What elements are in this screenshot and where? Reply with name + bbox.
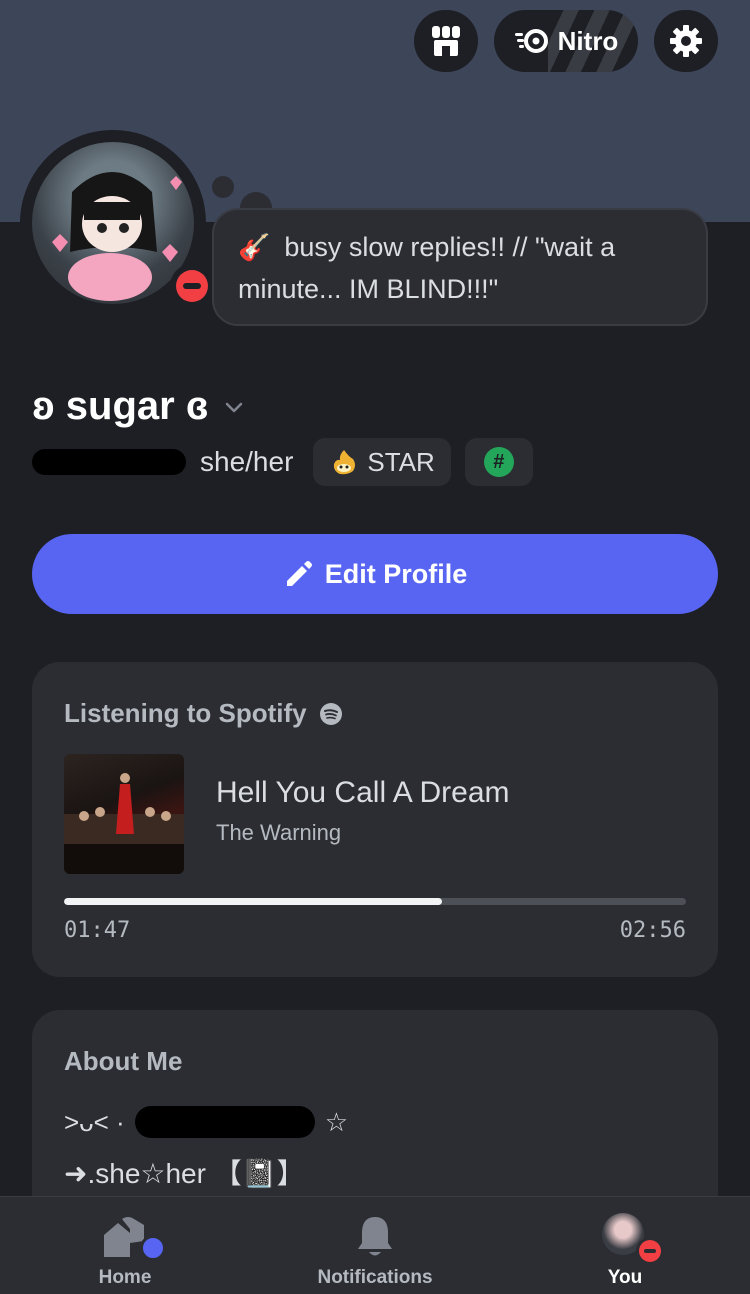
about-line-1: ˃ᴗ˂ · ☆	[64, 1106, 348, 1138]
spotify-icon	[319, 702, 342, 725]
star-badge-label: STAR	[367, 446, 435, 477]
gear-icon	[670, 25, 702, 57]
track-artist[interactable]: The Warning	[216, 820, 341, 846]
home-unread-indicator	[140, 1235, 166, 1261]
album-art-image	[64, 773, 184, 874]
track-progress-fill	[64, 898, 443, 905]
nitro-label: Nitro	[557, 25, 619, 56]
redacted-username	[32, 449, 186, 475]
spotify-card-header: Listening to Spotify	[64, 698, 343, 729]
dnd-status-indicator	[636, 1237, 664, 1265]
about-me-title-text: About Me	[64, 1046, 183, 1076]
nitro-button[interactable]: Nitro	[494, 10, 638, 72]
redacted-text	[134, 1106, 315, 1138]
track-duration: 02:56	[619, 918, 686, 943]
flame-star-icon	[334, 450, 356, 475]
elapsed-time: 01:47	[64, 918, 131, 943]
profile-subline: she/her STAR #	[32, 438, 533, 486]
bell-icon	[350, 1213, 400, 1261]
edit-profile-label: Edit Profile	[324, 558, 468, 589]
tab-you[interactable]: You	[500, 1197, 750, 1294]
tab-notifications[interactable]: Notifications	[250, 1197, 500, 1294]
tab-notifications-label: Notifications	[317, 1267, 433, 1288]
spotify-card-title: Listening to Spotify	[64, 698, 307, 728]
settings-button[interactable]	[654, 10, 718, 72]
star-badge[interactable]: STAR	[313, 438, 451, 486]
you-avatar-icon	[600, 1213, 664, 1265]
custom-status-text: busy slow replies!! // "wait a minute...…	[238, 232, 616, 304]
thought-bubble-dot	[212, 176, 234, 198]
bottom-tab-bar: Home Notifications You	[0, 1196, 750, 1294]
track-title[interactable]: Hell You Call A Dream	[216, 776, 510, 810]
album-art[interactable]	[64, 754, 184, 874]
spotify-activity-card[interactable]: Listening to Spotify Hell You Call A Dre…	[32, 662, 718, 977]
pencil-icon	[286, 561, 312, 586]
custom-status-bubble[interactable]: 🎸 busy slow replies!! // "wait a minute..…	[212, 208, 708, 326]
display-name: ʚ sugar ɞ	[32, 384, 209, 428]
track-progress-bar	[64, 898, 686, 905]
edit-profile-button[interactable]: Edit Profile	[32, 534, 718, 614]
display-name-row[interactable]: ʚ sugar ɞ	[32, 384, 245, 429]
tab-home-label: Home	[98, 1267, 152, 1288]
about-me-title: About Me	[64, 1046, 182, 1077]
hash-icon: #	[483, 447, 514, 477]
shop-button[interactable]	[414, 10, 478, 72]
about-line-1-prefix: ˃ᴗ˂ ·	[64, 1106, 125, 1137]
avatar-frame[interactable]	[20, 130, 214, 316]
guitar-emoji-icon: 🎸	[238, 232, 271, 262]
dnd-status-indicator	[170, 264, 214, 308]
tab-home[interactable]: Home	[0, 1197, 250, 1294]
nitro-icon	[514, 29, 548, 53]
about-line-1-suffix: ☆	[324, 1106, 349, 1137]
chevron-down-icon[interactable]	[223, 396, 245, 418]
pronouns: she/her	[200, 446, 294, 477]
home-icon	[100, 1213, 166, 1261]
about-line-2: ➜.she☆her 【📓】	[64, 1158, 305, 1189]
tab-you-label: You	[607, 1267, 643, 1288]
shop-icon	[432, 26, 460, 56]
hash-badge[interactable]: #	[464, 438, 533, 486]
